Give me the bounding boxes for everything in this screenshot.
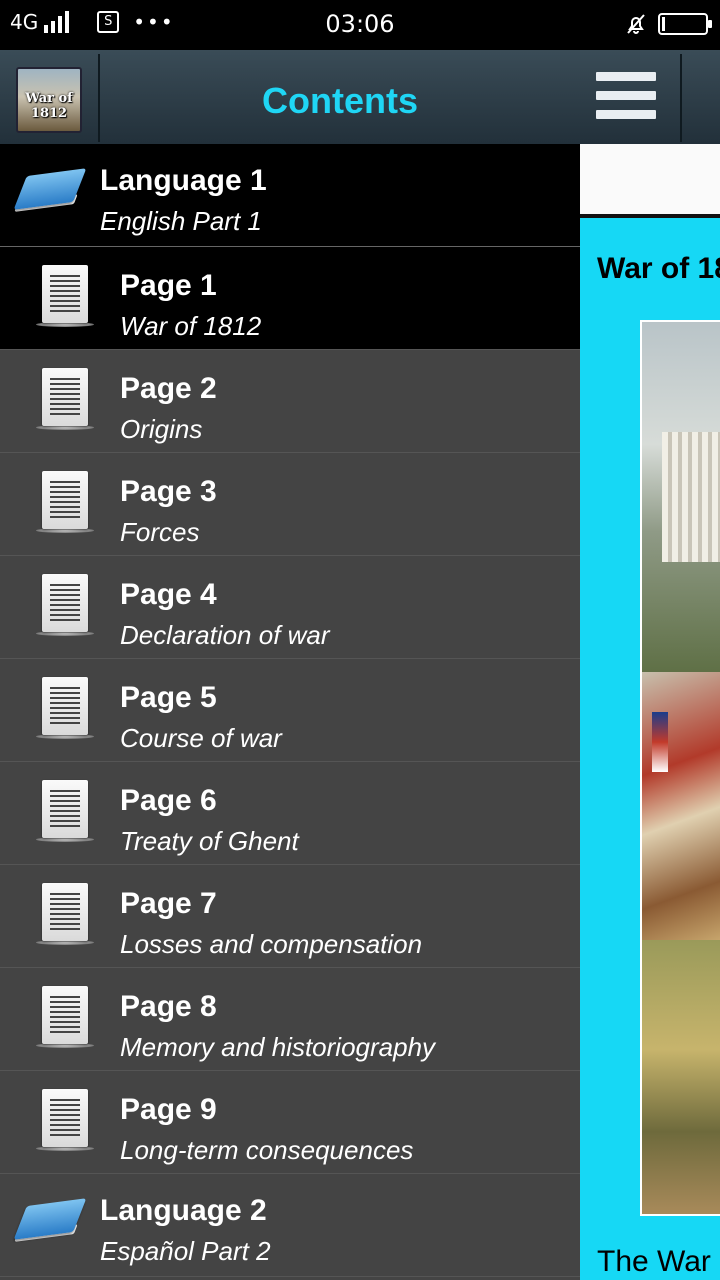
toolbar-divider xyxy=(680,54,682,142)
document-icon xyxy=(36,883,94,945)
contents-list: Language 1 English Part 1 Page 1 War of … xyxy=(0,144,580,1277)
document-icon xyxy=(36,1089,94,1151)
item-title: Page 9 xyxy=(120,1093,217,1126)
list-item-page-7[interactable]: Page 7 Losses and compensation xyxy=(0,865,580,968)
image-panel-building xyxy=(642,322,720,672)
main-toolbar xyxy=(580,50,720,144)
list-item-page-3[interactable]: Page 3 Forces xyxy=(0,453,580,556)
item-title: Page 5 xyxy=(120,681,217,714)
status-right xyxy=(624,12,712,36)
item-title: Page 3 xyxy=(120,475,217,508)
document-icon xyxy=(36,780,94,842)
item-title: Page 1 xyxy=(120,269,217,302)
item-subtitle: Origins xyxy=(120,414,203,444)
list-item-page-6[interactable]: Page 6 Treaty of Ghent xyxy=(0,762,580,865)
list-item-page-2[interactable]: Page 2 Origins xyxy=(0,350,580,453)
app-logo-label: War of 1812 xyxy=(25,91,73,121)
menu-icon[interactable] xyxy=(596,72,656,124)
list-item-language-2[interactable]: Language 2 Español Part 2 xyxy=(0,1174,580,1277)
document-icon xyxy=(36,471,94,533)
list-item-page-1[interactable]: Page 1 War of 1812 xyxy=(0,247,580,350)
book-icon xyxy=(13,168,87,224)
item-title: Page 4 xyxy=(120,578,217,611)
drawer-header: War of 1812 Contents xyxy=(0,50,580,144)
document-icon xyxy=(36,986,94,1048)
battery-icon xyxy=(658,13,712,35)
app-logo[interactable]: War of 1812 xyxy=(16,67,82,133)
list-item-page-8[interactable]: Page 8 Memory and historiography xyxy=(0,968,580,1071)
image-panel-battle xyxy=(642,672,720,940)
status-bar: 4G S ••• 03:06 xyxy=(0,0,720,50)
item-subtitle: Course of war xyxy=(120,723,282,753)
item-title: Page 8 xyxy=(120,990,217,1023)
list-item-page-4[interactable]: Page 4 Declaration of war xyxy=(0,556,580,659)
clock: 03:06 xyxy=(325,10,395,38)
book-icon xyxy=(13,1198,87,1254)
item-title: Language 1 xyxy=(100,164,267,197)
article-text: The War xyxy=(597,1245,711,1278)
item-subtitle: Treaty of Ghent xyxy=(120,826,299,856)
item-title: Page 6 xyxy=(120,784,217,817)
item-subtitle: English Part 1 xyxy=(100,206,262,236)
item-title: Page 7 xyxy=(120,887,217,920)
article-image xyxy=(640,320,720,1216)
item-title: Language 2 xyxy=(100,1194,267,1227)
list-item-language-1[interactable]: Language 1 English Part 1 xyxy=(0,144,580,247)
document-icon xyxy=(36,677,94,739)
list-item-page-5[interactable]: Page 5 Course of war xyxy=(0,659,580,762)
item-subtitle: Long-term consequences xyxy=(120,1135,414,1165)
drawer-title: Contents xyxy=(262,80,418,121)
main-content: War of 18 The War xyxy=(580,50,720,1280)
image-panel-landscape xyxy=(642,940,720,1214)
list-item-page-9[interactable]: Page 9 Long-term consequences xyxy=(0,1071,580,1174)
item-subtitle: Español Part 2 xyxy=(100,1236,271,1266)
document-icon xyxy=(36,574,94,636)
document-icon xyxy=(36,265,94,327)
navigation-drawer[interactable]: War of 1812 Contents Language 1 English … xyxy=(0,50,580,1280)
item-subtitle: War of 1812 xyxy=(120,311,262,341)
item-title: Page 2 xyxy=(120,372,217,405)
mute-bell-icon xyxy=(627,14,645,34)
article-title: War of 18 xyxy=(597,252,720,285)
document-icon xyxy=(36,368,94,430)
item-subtitle: Declaration of war xyxy=(120,620,330,650)
item-subtitle: Losses and compensation xyxy=(120,929,423,959)
item-subtitle: Forces xyxy=(120,517,200,547)
content-top-bar xyxy=(580,144,720,218)
item-subtitle: Memory and historiography xyxy=(120,1032,436,1062)
